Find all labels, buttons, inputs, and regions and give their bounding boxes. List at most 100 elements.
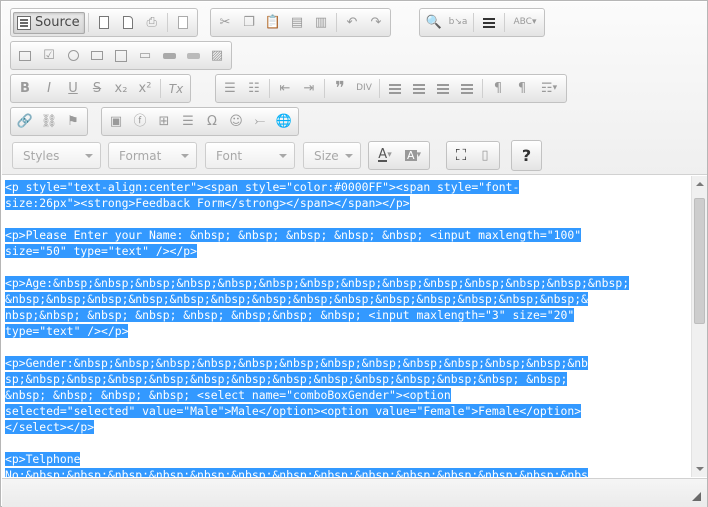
radio-button[interactable] (61, 45, 85, 67)
spellcheck-button[interactable]: ABC ▾ (508, 12, 542, 34)
maximize-button[interactable]: ⛶ (449, 145, 473, 167)
separator (324, 79, 325, 98)
source-line-text: &nbsp; &nbsp; &nbsp; &nbsp; <select name… (5, 388, 451, 402)
styles-combo[interactable]: Styles (12, 142, 101, 169)
paste-text-button[interactable]: ▤ (285, 12, 309, 34)
rtl-button[interactable]: ¶ (510, 78, 534, 100)
align-right-icon (437, 83, 449, 94)
strike-button[interactable]: S (85, 78, 109, 100)
background-color-icon: A (404, 149, 417, 162)
source-line: size:26px"><strong>Feedback Form</strong… (5, 195, 689, 211)
div-button[interactable]: DIV (352, 78, 376, 100)
source-line: sp;&nbsp;&nbsp;&nbsp;&nbsp;&nbsp;&nbsp;&… (5, 371, 689, 387)
text-field-button[interactable] (85, 45, 109, 67)
templates-button[interactable] (171, 12, 195, 34)
remove-format-button[interactable]: Tx (164, 78, 188, 100)
form-button[interactable] (13, 45, 37, 67)
tools-group: ⛶ ▯ (446, 141, 500, 170)
flash-button[interactable]: ⓕ (128, 111, 152, 133)
hidden-field-button[interactable]: ▨ (205, 45, 229, 67)
separator (473, 13, 474, 32)
format-label: Format (119, 148, 162, 163)
undo-button[interactable]: ↶ (340, 12, 364, 34)
blockquote-button[interactable]: ❞ (328, 78, 352, 100)
source-line: <p>Age:&nbsp;&nbsp;&nbsp;&nbsp;&nbsp;&nb… (5, 275, 689, 291)
print-button[interactable]: ⎙ (140, 12, 164, 34)
align-left-button[interactable] (383, 78, 407, 100)
paste-button[interactable]: 📋 (261, 12, 285, 34)
source-line: size="50" type="text" /></p> (5, 243, 689, 259)
source-line: <p style="text-align:center"><span style… (5, 179, 689, 195)
superscript-icon: x² (138, 81, 152, 96)
anchor-button[interactable]: ⚑ (61, 111, 85, 133)
resize-handle[interactable] (692, 492, 701, 501)
paste-icon: 📋 (264, 15, 282, 30)
underline-button[interactable]: U (61, 78, 85, 100)
scrollbar-thumb[interactable] (694, 198, 705, 324)
source-line: &nbsp;&nbsp;&nbsp;&nbsp;&nbsp;&nbsp;&nbs… (5, 291, 689, 307)
select-all-button[interactable] (477, 12, 501, 34)
special-char-button[interactable]: Ω (200, 111, 224, 133)
indent-button[interactable]: ⇥ (297, 78, 321, 100)
new-page-button[interactable] (92, 12, 116, 34)
align-center-icon (413, 83, 425, 94)
source-line: <p>Gender:&nbsp;&nbsp;&nbsp;&nbsp;&nbsp;… (5, 355, 689, 371)
horizontal-rule-button[interactable]: ☰ (176, 111, 200, 133)
source-textarea[interactable]: <p style="text-align:center"><span style… (2, 176, 691, 477)
subscript-button[interactable]: x₂ (109, 78, 133, 100)
source-line-text: selected="selected" value="Male">Male</o… (5, 404, 582, 418)
language-button[interactable]: ☶ ▾ (534, 78, 564, 100)
justify-button[interactable] (455, 78, 479, 100)
form-button-button[interactable] (157, 45, 181, 67)
insert-group: ▣ ⓕ ⊞ ☰ Ω ☺ ⤚ 🌐 (101, 107, 299, 136)
redo-button[interactable]: ↷ (364, 12, 388, 34)
paste-word-button[interactable]: ▥ (309, 12, 333, 34)
help-button[interactable]: ? (511, 140, 542, 171)
scroll-down-arrow[interactable] (692, 461, 708, 477)
iframe-button[interactable]: 🌐 (272, 111, 296, 133)
image-button[interactable]: ▣ (104, 111, 128, 133)
vertical-scrollbar[interactable] (691, 176, 707, 477)
ltr-icon: ¶ (493, 81, 503, 96)
unlink-icon: ⛓ (40, 114, 58, 129)
bulleted-list-button[interactable]: ☷ (242, 78, 266, 100)
background-color-button[interactable]: A ▾ (399, 145, 427, 167)
preview-button[interactable] (116, 12, 140, 34)
align-right-button[interactable] (431, 78, 455, 100)
page-break-icon: ⤚ (254, 114, 266, 129)
italic-button[interactable]: I (37, 78, 61, 100)
unlink-button[interactable]: ⛓ (37, 111, 61, 133)
superscript-button[interactable]: x² (133, 78, 157, 100)
smiley-button[interactable]: ☺ (224, 111, 248, 133)
source-button[interactable]: Source (13, 11, 85, 34)
page-break-button[interactable]: ⤚ (248, 111, 272, 133)
source-line (5, 211, 689, 227)
smiley-icon: ☺ (229, 114, 243, 129)
outdent-button[interactable]: ⇤ (273, 78, 297, 100)
bold-button[interactable]: B (13, 78, 37, 100)
text-color-button[interactable]: A ▾ (371, 145, 399, 167)
source-label: Source (35, 15, 80, 30)
chevron-down-icon: ▾ (531, 17, 537, 27)
scroll-up-arrow[interactable] (692, 176, 708, 192)
cut-button[interactable]: ✂ (213, 12, 237, 34)
align-center-button[interactable] (407, 78, 431, 100)
textarea-button[interactable] (109, 45, 133, 67)
horizontal-rule-icon: ☰ (182, 114, 194, 129)
find-button[interactable]: 🔍 (422, 12, 446, 34)
size-label: Size (314, 148, 339, 163)
numbered-list-button[interactable]: ☰ (218, 78, 242, 100)
copy-button[interactable]: ❐ (237, 12, 261, 34)
table-button[interactable]: ⊞ (152, 111, 176, 133)
checkbox-button[interactable]: ☑ (37, 45, 61, 67)
source-line: <p>Please Enter your Name: &nbsp; &nbsp;… (5, 227, 689, 243)
size-combo[interactable]: Size (303, 142, 361, 169)
format-combo[interactable]: Format (108, 142, 197, 169)
link-button[interactable]: 🔗 (13, 111, 37, 133)
ltr-button[interactable]: ¶ (486, 78, 510, 100)
show-blocks-button[interactable]: ▯ (473, 145, 497, 167)
replace-button[interactable]: b↘a (446, 12, 470, 34)
select-button[interactable]: ▭ (133, 45, 157, 67)
font-combo[interactable]: Font (205, 142, 295, 169)
image-button-button[interactable] (181, 45, 205, 67)
